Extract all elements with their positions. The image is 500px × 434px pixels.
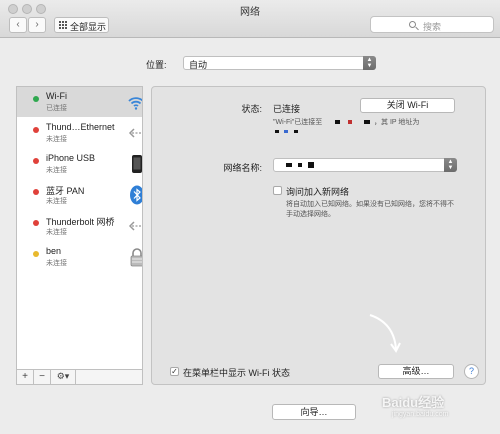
advanced-button[interactable]: 高级…	[378, 364, 454, 379]
redacted-network-name	[348, 120, 352, 124]
vpn-lock-icon	[130, 248, 142, 267]
service-name: iPhone USB	[46, 153, 96, 163]
service-status: 未连接	[46, 198, 67, 205]
redacted-ip-address	[294, 130, 298, 133]
service-status: 未连接	[46, 167, 67, 174]
watermark-url: jingyan.baidu.com	[392, 411, 449, 418]
search-icon	[409, 21, 416, 28]
service-item-iphone-usb[interactable]: iPhone USB 未连接	[17, 149, 142, 179]
ask-to-join-label: 询问加入新网络	[286, 187, 350, 197]
status-value: 已连接	[273, 104, 301, 114]
service-name: Thund…Ethernet	[46, 122, 115, 132]
status-dot	[33, 189, 39, 195]
service-name: Wi-Fi	[46, 91, 67, 101]
watermark-text: Baidu经验	[382, 395, 445, 410]
forward-button[interactable]: ›	[28, 17, 46, 33]
service-status: 未连接	[46, 229, 67, 236]
status-description-suffix: ，其 IP 地址为	[374, 119, 420, 126]
status-dot	[33, 251, 39, 257]
redacted-network-name	[364, 120, 370, 124]
redacted-ip-address	[284, 130, 288, 133]
show-in-menubar-label: 在菜单栏中显示 Wi-Fi 状态	[183, 368, 290, 378]
back-button[interactable]: ‹	[9, 17, 27, 33]
redacted-ip-address	[275, 130, 279, 133]
watermark: Baidu经验 jingyan.baidu.com	[382, 392, 448, 418]
location-label: 位置:	[146, 60, 167, 70]
redacted-network-name	[308, 162, 314, 168]
status-description-prefix: "Wi-Fi"已连接至	[273, 119, 323, 126]
popup-arrows-icon: ▲ ▼	[363, 56, 376, 70]
status-dot	[33, 127, 39, 133]
search-field[interactable]: 搜索	[370, 16, 494, 33]
assistant-button[interactable]: 向导…	[272, 404, 356, 420]
show-in-menubar-checkbox[interactable]: ✓	[170, 367, 179, 376]
service-list: Wi-Fi 已连接 Thund…Ethernet 未连接 iPhone USB …	[16, 86, 143, 370]
detail-panel: 状态: 已连接 关闭 Wi-Fi "Wi-Fi"已连接至 ，其 IP 地址为 网…	[151, 86, 486, 385]
service-item-bluetooth-pan[interactable]: 蓝牙 PAN 未连接	[17, 180, 142, 210]
title-bar: 网络 ‹ › 全部显示 搜索	[0, 0, 500, 38]
service-status: 未连接	[46, 260, 67, 267]
service-name: ben	[46, 246, 62, 256]
service-item-thunderbolt-bridge[interactable]: Thunderbolt 网桥 未连接	[17, 211, 142, 241]
ethernet-arrows-icon	[128, 128, 142, 138]
popup-arrows-icon: ▲ ▼	[444, 158, 457, 172]
status-label: 状态:	[241, 104, 262, 114]
thunderbolt-arrows-icon	[128, 221, 142, 231]
help-button[interactable]: ?	[464, 364, 479, 379]
service-status: 未连接	[46, 136, 67, 143]
curved-arrow-annotation	[369, 314, 401, 353]
iphone-icon	[132, 155, 142, 173]
search-placeholder: 搜索	[423, 22, 442, 32]
show-all-button[interactable]: 全部显示	[54, 17, 109, 33]
ask-to-join-description: 将自动加入已知网络。如果没有已知网络，您将不得不手动选择网络。	[286, 201, 454, 218]
wifi-icon	[128, 97, 142, 110]
service-list-toolbar: + − ⚙▾	[16, 370, 143, 385]
service-item-thunderbolt-ethernet[interactable]: Thund…Ethernet 未连接	[17, 118, 142, 148]
bluetooth-icon	[130, 185, 142, 205]
redacted-network-name	[286, 163, 292, 167]
add-service-button[interactable]: +	[17, 370, 34, 384]
service-status: 已连接	[46, 105, 67, 112]
network-name-label: 网络名称:	[223, 163, 262, 173]
remove-service-button[interactable]: −	[34, 370, 51, 384]
redacted-network-name	[335, 120, 340, 124]
network-name-select[interactable]: ▲ ▼	[273, 158, 457, 172]
gear-menu-button[interactable]: ⚙▾	[51, 370, 76, 384]
redacted-network-name	[298, 163, 302, 167]
location-value: 自动	[189, 60, 208, 70]
turn-off-wifi-button[interactable]: 关闭 Wi-Fi	[360, 98, 455, 113]
grid-icon	[59, 21, 67, 29]
location-select[interactable]: 自动 ▲ ▼	[183, 56, 376, 70]
ask-to-join-checkbox[interactable]	[273, 186, 282, 195]
status-dot	[33, 96, 39, 102]
service-item-wifi[interactable]: Wi-Fi 已连接	[17, 87, 142, 117]
service-item-ben[interactable]: ben 未连接	[17, 242, 142, 272]
status-dot	[33, 158, 39, 164]
status-dot	[33, 220, 39, 226]
show-all-label: 全部显示	[70, 22, 107, 32]
